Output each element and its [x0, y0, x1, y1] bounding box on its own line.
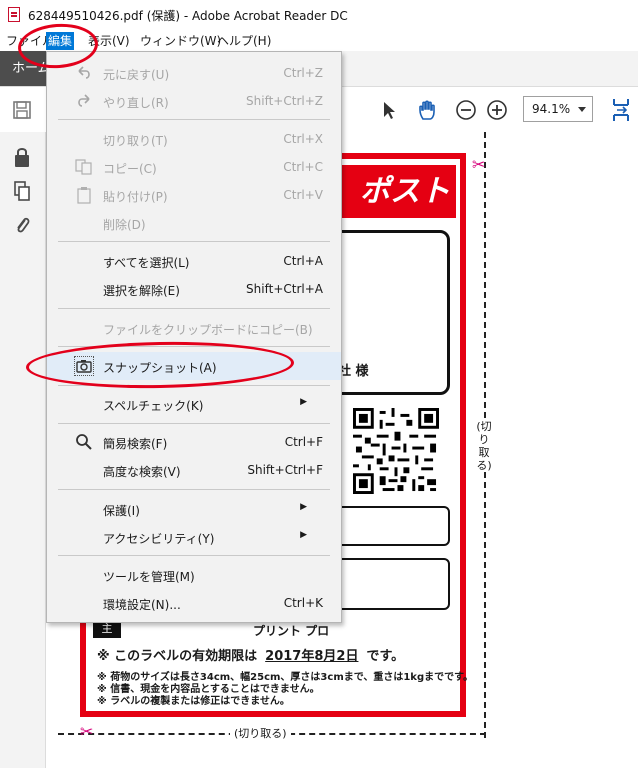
- menu-separator: [58, 423, 330, 424]
- redo-icon: [74, 91, 94, 111]
- pdf-file-icon: [8, 7, 20, 22]
- save-icon[interactable]: [9, 97, 35, 123]
- zoom-level-select[interactable]: 94.1%: [523, 96, 593, 122]
- menu-item-copy[interactable]: コピー(C) Ctrl+C: [47, 154, 341, 180]
- menu-item-preferences[interactable]: 環境設定(N)... Ctrl+K: [47, 590, 341, 616]
- select-tool-icon[interactable]: [376, 97, 402, 123]
- menu-window[interactable]: ウィンドウ(W): [138, 32, 223, 50]
- chevron-right-icon: ▶: [300, 502, 307, 512]
- pages-icon[interactable]: [9, 178, 35, 204]
- paste-icon: [74, 185, 94, 205]
- sender-name: プリント プロ: [253, 624, 330, 638]
- attachment-icon[interactable]: [9, 212, 35, 238]
- scissors-icon: ✂: [80, 722, 94, 741]
- left-rail: [0, 132, 46, 768]
- validity-date: 2017年8月2日: [265, 649, 359, 664]
- validity-prefix: ※ このラベルの有効期限は: [97, 649, 258, 664]
- menu-item-spellcheck[interactable]: スペルチェック(K) ▶: [47, 391, 341, 417]
- note-line: ※ ラベルの複製または修正はできません。: [97, 696, 290, 707]
- menu-separator: [58, 308, 330, 309]
- menu-item-delete[interactable]: 削除(D): [47, 210, 341, 236]
- menu-item-cut[interactable]: 切り取り(T) Ctrl+X: [47, 126, 341, 152]
- menu-item-redo[interactable]: やり直し(R) Shift+Ctrl+Z: [47, 88, 341, 114]
- title-bar: 628449510426.pdf (保護) - Adobe Acrobat Re…: [0, 0, 638, 29]
- zoom-out-icon[interactable]: [453, 97, 479, 123]
- zoom-level-value: 94.1%: [532, 102, 571, 116]
- menu-item-select-all[interactable]: すべてを選択(L) Ctrl+A: [47, 248, 341, 274]
- search-icon: [74, 432, 94, 452]
- menu-separator: [58, 241, 330, 242]
- hand-tool-icon[interactable]: [415, 97, 441, 123]
- menu-item-copy-file-to-clipboard[interactable]: ファイルをクリップボードにコピー(B): [47, 315, 341, 341]
- copy-icon: [74, 157, 94, 177]
- edit-menu-dropdown: 元に戻す(U) Ctrl+Z やり直し(R) Shift+Ctrl+Z 切り取り…: [46, 51, 342, 623]
- undo-icon: [74, 63, 94, 83]
- validity-suffix: です。: [366, 649, 405, 664]
- menu-item-deselect-all[interactable]: 選択を解除(E) Shift+Ctrl+A: [47, 276, 341, 302]
- menu-item-undo[interactable]: 元に戻す(U) Ctrl+Z: [47, 60, 341, 86]
- menu-separator: [58, 555, 330, 556]
- label-banner: ポスト: [334, 165, 456, 218]
- scissors-icon: ✂: [472, 155, 486, 174]
- chevron-right-icon: ▶: [300, 397, 307, 407]
- recipient-suffix: 社 様: [338, 364, 369, 379]
- menu-item-manage-tools[interactable]: ツールを管理(M): [47, 562, 341, 588]
- lock-icon[interactable]: [9, 144, 35, 170]
- chevron-right-icon: ▶: [300, 530, 307, 540]
- validity-line: ※ このラベルの有効期限は 2017年8月2日 です。: [97, 645, 404, 664]
- window-title: 628449510426.pdf (保護) - Adobe Acrobat Re…: [28, 9, 348, 23]
- menu-item-paste[interactable]: 貼り付け(P) Ctrl+V: [47, 182, 341, 208]
- zoom-in-icon[interactable]: [484, 97, 510, 123]
- menu-item-protection[interactable]: 保護(I) ▶: [47, 496, 341, 522]
- menu-item-accessibility[interactable]: アクセシビリティ(Y) ▶: [47, 524, 341, 550]
- cut-label-horizontal: (切り取る): [230, 725, 291, 741]
- chevron-down-icon: [578, 107, 586, 112]
- menu-item-advanced-search[interactable]: 高度な検索(V) Shift+Ctrl+F: [47, 457, 341, 483]
- cut-label-vertical: (切り取る): [474, 420, 494, 472]
- fit-page-icon[interactable]: [608, 97, 634, 123]
- menu-help[interactable]: ヘルプ(H): [215, 32, 273, 50]
- qr-code: [353, 408, 439, 494]
- menu-separator: [58, 119, 330, 120]
- menu-item-find[interactable]: 簡易検索(F) Ctrl+F: [47, 429, 341, 455]
- menu-separator: [58, 489, 330, 490]
